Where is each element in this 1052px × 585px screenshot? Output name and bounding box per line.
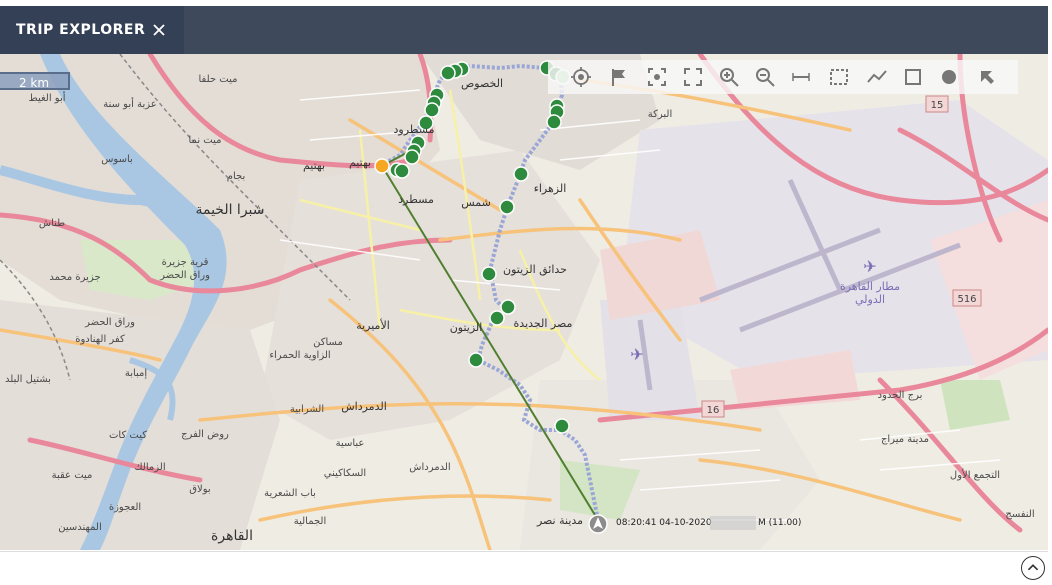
svg-text:بولاق: بولاق	[189, 484, 210, 495]
redacted-area	[710, 516, 756, 530]
svg-text:الزهراء: الزهراء	[534, 182, 567, 195]
svg-text:15: 15	[931, 100, 944, 111]
close-icon[interactable]	[150, 21, 168, 39]
road-shield-516: 516	[952, 289, 982, 307]
svg-text:16: 16	[707, 405, 720, 416]
end-timestamp-suffix: M (11.00)	[758, 518, 802, 528]
airport-icon: ✈	[630, 345, 643, 364]
fullscreen-icon[interactable]	[682, 66, 704, 88]
svg-text:مصر الجديدة: مصر الجديدة	[514, 317, 573, 330]
svg-text:البركة: البركة	[648, 109, 672, 120]
road-shield-15: 15	[925, 95, 949, 113]
svg-text:جزيرة محمد: جزيرة محمد	[49, 272, 100, 283]
select-area-icon[interactable]	[828, 66, 850, 88]
svg-text:إمبابة: إمبابة	[125, 368, 148, 379]
svg-text:عزبة أبو سنة: عزبة أبو سنة	[103, 97, 156, 110]
svg-text:النفسج: النفسج	[1005, 509, 1034, 520]
svg-text:قرية جزيرة: قرية جزيرة	[162, 257, 209, 268]
map-canvas[interactable]: 15 516 16 ✈ ✈ ميت حلفا عزبة أبو سنة أبو …	[0, 54, 1048, 550]
chevron-up-icon[interactable]	[1021, 556, 1045, 580]
svg-text:السكاكيني: السكاكيني	[324, 468, 366, 479]
svg-text:المهندسين: المهندسين	[58, 522, 102, 533]
active-tab[interactable]: TRIP EXPLORER	[0, 6, 184, 54]
ruler-icon[interactable]	[790, 66, 812, 88]
svg-text:ميت نما: ميت نما	[189, 135, 222, 146]
svg-text:الدمرداش: الدمرداش	[409, 462, 450, 473]
end-marker[interactable]	[588, 514, 608, 534]
title-bar: TRIP EXPLORER	[0, 6, 1048, 54]
road-shield-16: 16	[701, 400, 725, 418]
svg-text:الدولي: الدولي	[855, 293, 885, 306]
start-marker[interactable]	[374, 158, 390, 174]
svg-text:الخصوص: الخصوص	[461, 77, 503, 90]
svg-text:الدمرداش: الدمرداش	[341, 400, 387, 413]
svg-text:بشتيل البلد: بشتيل البلد	[5, 374, 51, 385]
svg-text:الزمالك: الزمالك	[134, 462, 165, 473]
svg-text:التجمع الأول: التجمع الأول	[950, 468, 1000, 481]
map-scale-bar: 2 km	[0, 72, 70, 90]
svg-text:الأميرية: الأميرية	[356, 318, 390, 332]
svg-text:حدائق الزيتون: حدائق الزيتون	[503, 263, 567, 277]
svg-text:العجوزة: العجوزة	[109, 502, 141, 513]
svg-text:مسطرود: مسطرود	[393, 123, 434, 136]
svg-text:مساكن: مساكن	[313, 337, 343, 348]
svg-text:باب الشعرية: باب الشعرية	[264, 488, 316, 499]
svg-text:ميت حلفا: ميت حلفا	[199, 74, 238, 85]
svg-text:516: 516	[957, 294, 976, 305]
svg-text:الجمالية: الجمالية	[294, 516, 327, 527]
svg-text:عباسية: عباسية	[336, 438, 365, 449]
svg-text:القاهرة: القاهرة	[211, 528, 253, 544]
svg-text:وراق الحضر: وراق الحضر	[159, 270, 210, 281]
circle-icon[interactable]	[938, 66, 960, 88]
flag-icon[interactable]	[608, 66, 630, 88]
footer-bar	[0, 551, 1048, 585]
svg-text:مسطرد: مسطرد	[398, 193, 434, 206]
svg-text:الشرابية: الشرابية	[290, 404, 324, 415]
airport-icon: ✈	[863, 257, 876, 276]
focus-icon[interactable]	[646, 66, 668, 88]
svg-text:مطار القاهرة: مطار القاهرة	[840, 280, 900, 293]
window-title: TRIP EXPLORER	[16, 22, 146, 38]
map-toolbar	[548, 60, 1018, 94]
svg-text:ميت عقبة: ميت عقبة	[52, 470, 93, 481]
zoom-out-icon[interactable]	[754, 66, 776, 88]
svg-text:أبو الغيط: أبو الغيط	[28, 91, 65, 104]
svg-text:شمس: شمس	[461, 196, 491, 209]
svg-text:بجام: بجام	[227, 171, 245, 182]
trip-explorer-window: TRIP EXPLORER 15 516 16 ✈ ✈ ميت حلفا عزب…	[0, 0, 1052, 585]
svg-text:باسوس: باسوس	[101, 154, 133, 165]
svg-text:مدينة نصر: مدينة نصر	[536, 514, 583, 527]
svg-text:الزاوية الحمراء: الزاوية الحمراء	[269, 350, 330, 361]
end-timestamp: 08:20:41 04-10-2020	[616, 518, 712, 528]
svg-text:كيت كات: كيت كات	[109, 430, 147, 441]
target-icon[interactable]	[570, 66, 592, 88]
svg-text:شبرا الخيمة: شبرا الخيمة	[195, 202, 264, 218]
svg-text:روض الفرج: روض الفرج	[181, 429, 229, 440]
svg-text:طناش: طناش	[39, 218, 65, 229]
pointer-icon[interactable]	[976, 66, 998, 88]
zoom-in-icon[interactable]	[718, 66, 740, 88]
map-view[interactable]: 15 516 16 ✈ ✈ ميت حلفا عزبة أبو سنة أبو …	[0, 54, 1048, 550]
svg-text:مدينة ميراج: مدينة ميراج	[881, 434, 929, 445]
svg-text:بهتيم: بهتيم	[349, 156, 371, 169]
svg-text:وراق الحضر: وراق الحضر	[84, 317, 135, 328]
line-chart-icon[interactable]	[866, 66, 888, 88]
svg-text:برج الحدود: برج الحدود	[878, 390, 923, 401]
svg-text:كفر الهنادوة: كفر الهنادوة	[75, 334, 125, 345]
svg-text:بهتيم: بهتيم	[303, 159, 325, 172]
square-icon[interactable]	[902, 66, 924, 88]
svg-text:الزيتون: الزيتون	[450, 321, 483, 334]
